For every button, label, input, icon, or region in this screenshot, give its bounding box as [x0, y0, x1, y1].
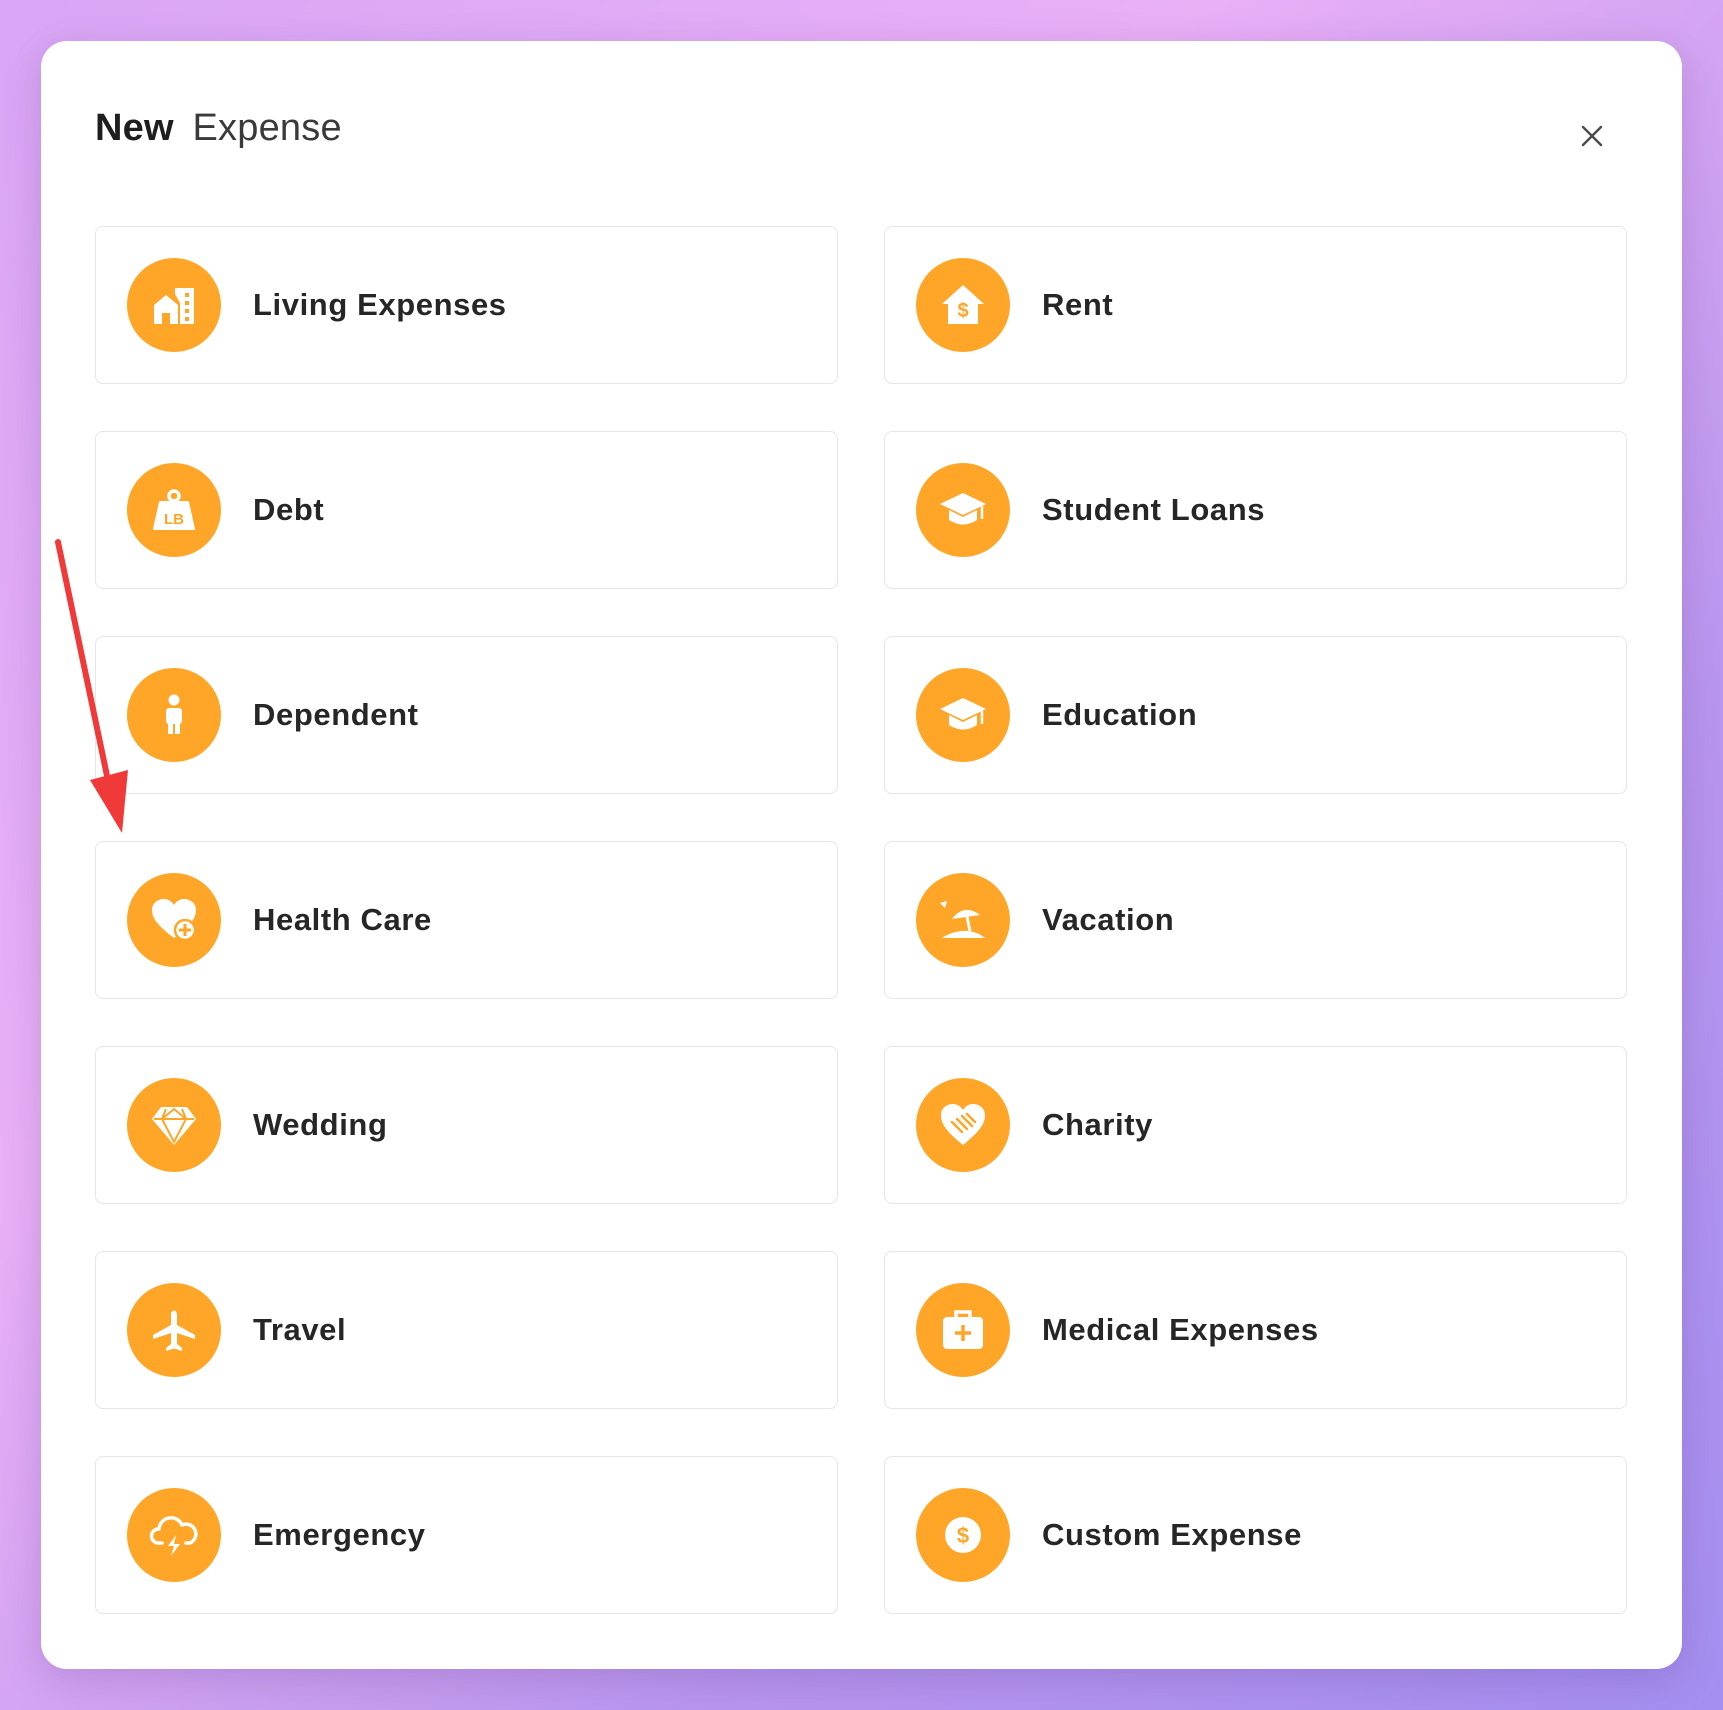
plane-icon — [153, 1310, 195, 1351]
medical-kit-icon — [943, 1310, 983, 1349]
category-label: Emergency — [253, 1517, 426, 1552]
category-icon-badge: $ — [916, 258, 1010, 352]
category-label: Custom Expense — [1042, 1517, 1302, 1552]
dialog-title: New Expense — [95, 107, 342, 150]
graduation-cap-icon — [940, 493, 986, 525]
beach-umbrella-icon — [940, 901, 985, 938]
category-card-dependent[interactable]: Dependent — [95, 636, 838, 794]
category-icon-badge — [127, 258, 221, 352]
svg-text:$: $ — [957, 300, 968, 322]
category-icon-badge — [127, 1283, 221, 1377]
cloud-lightning-icon — [149, 1516, 198, 1556]
category-label: Medical Expenses — [1042, 1312, 1319, 1347]
category-label: Travel — [253, 1312, 347, 1347]
new-expense-dialog: New Expense Living Expenses $ Rent LB De… — [41, 41, 1682, 1669]
house-dollar-icon: $ — [942, 285, 984, 324]
category-icon-badge — [916, 873, 1010, 967]
category-card-student-loans[interactable]: Student Loans — [884, 431, 1627, 589]
category-card-debt[interactable]: LB Debt — [95, 431, 838, 589]
category-label: Dependent — [253, 697, 419, 732]
category-label: Rent — [1042, 287, 1114, 322]
graduation-cap-icon — [940, 698, 986, 730]
category-card-education[interactable]: Education — [884, 636, 1627, 794]
category-card-health-care[interactable]: Health Care — [95, 841, 838, 999]
category-icon-badge — [916, 1078, 1010, 1172]
category-label: Student Loans — [1042, 492, 1266, 527]
category-card-emergency[interactable]: Emergency — [95, 1456, 838, 1614]
category-icon-badge — [127, 1078, 221, 1172]
category-icon-badge — [127, 873, 221, 967]
category-card-travel[interactable]: Travel — [95, 1251, 838, 1409]
category-card-rent[interactable]: $ Rent — [884, 226, 1627, 384]
category-card-wedding[interactable]: Wedding — [95, 1046, 838, 1204]
close-icon — [1581, 125, 1603, 147]
weight-lb-icon: LB — [153, 489, 195, 530]
category-label: Wedding — [253, 1107, 388, 1142]
category-grid: Living Expenses $ Rent LB Debt Student L… — [95, 226, 1627, 1614]
category-label: Vacation — [1042, 902, 1175, 937]
category-icon-badge — [916, 1283, 1010, 1377]
child-icon — [166, 694, 182, 734]
category-icon-badge — [127, 668, 221, 762]
category-icon-badge — [916, 668, 1010, 762]
dollar-coin-icon: $ — [945, 1517, 981, 1553]
category-icon-badge: LB — [127, 463, 221, 557]
category-icon-badge: $ — [916, 1488, 1010, 1582]
svg-text:$: $ — [957, 1523, 969, 1548]
dialog-title-strong: New — [95, 107, 174, 149]
category-icon-badge — [916, 463, 1010, 557]
dialog-title-light: Expense — [192, 107, 342, 149]
building-icon — [154, 288, 194, 324]
category-label: Education — [1042, 697, 1198, 732]
heart-handshake-icon — [941, 1104, 985, 1145]
category-label: Health Care — [253, 902, 432, 937]
category-label: Charity — [1042, 1107, 1154, 1142]
category-card-medical-expenses[interactable]: Medical Expenses — [884, 1251, 1627, 1409]
heart-plus-icon — [152, 899, 197, 942]
category-card-custom-expense[interactable]: $ Custom Expense — [884, 1456, 1627, 1614]
category-card-living-expenses[interactable]: Living Expenses — [95, 226, 838, 384]
category-label: Living Expenses — [253, 287, 507, 322]
category-icon-badge — [127, 1488, 221, 1582]
category-card-charity[interactable]: Charity — [884, 1046, 1627, 1204]
svg-text:LB: LB — [164, 511, 184, 528]
category-card-vacation[interactable]: Vacation — [884, 841, 1627, 999]
close-button[interactable] — [1569, 113, 1615, 159]
diamond-icon — [152, 1107, 196, 1145]
category-label: Debt — [253, 492, 325, 527]
